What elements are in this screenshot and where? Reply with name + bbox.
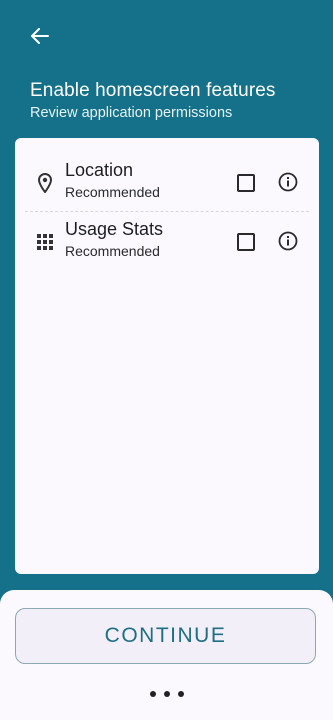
arrow-left-icon [31,28,49,44]
usage-stats-checkbox[interactable] [237,233,255,251]
info-icon[interactable] [278,172,298,192]
grid-apps-icon [35,231,55,253]
permission-subtitle: Recommended [65,184,160,200]
more-dots-icon [150,690,184,698]
location-pin-icon [35,172,55,194]
page-title: Enable homescreen features [30,80,276,101]
info-icon[interactable] [278,231,298,251]
permission-row-location: Location Recommended [15,154,319,212]
bottom-sheet: CONTINUE [0,590,333,720]
row-divider [25,211,309,212]
page-subtitle: Review application permissions [30,105,233,121]
permissions-card: Location Recommended Usage Stats Recomme… [15,138,319,574]
back-button[interactable] [26,24,54,48]
permission-title: Usage Stats [65,219,164,239]
permission-subtitle: Recommended [65,243,160,259]
location-checkbox[interactable] [237,174,255,192]
permission-title: Location [65,160,134,180]
continue-button[interactable]: CONTINUE [15,608,316,664]
permission-row-usage-stats: Usage Stats Recommended [15,213,319,271]
